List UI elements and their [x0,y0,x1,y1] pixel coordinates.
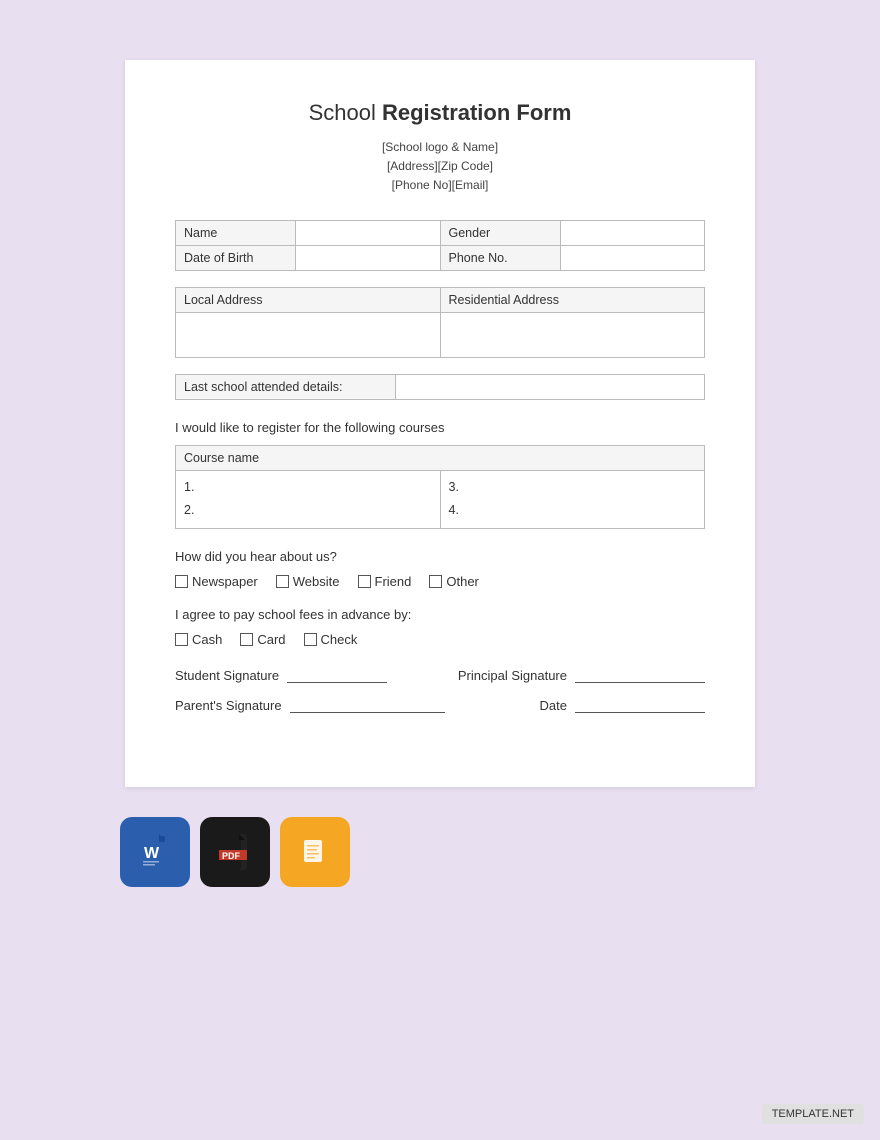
title-bold: Registration Form [382,100,571,125]
course-items-right[interactable]: 3.4. [440,470,705,529]
principal-sig-label: Principal Signature [458,668,567,683]
hear-about-label: How did you hear about us? [175,549,705,564]
course-1: 1.2. [184,476,432,524]
checkbox-card-label: Card [257,632,285,647]
parent-sig-group: Parent's Signature [175,697,445,713]
signatures-section: Student Signature Principal Signature Pa… [175,667,705,713]
contact-placeholder: [Phone No][Email] [175,176,705,195]
address-table: Local Address Residential Address [175,287,705,358]
page-container: School Registration Form [School logo & … [0,0,880,927]
checkbox-card[interactable]: Card [240,632,285,647]
pages-svg-icon [293,830,337,874]
word-svg-icon: W [133,830,177,874]
checkbox-newspaper[interactable]: Newspaper [175,574,258,589]
checkbox-cash[interactable]: Cash [175,632,222,647]
course-header: Course name [176,445,705,470]
checkbox-friend[interactable]: Friend [358,574,412,589]
address-placeholder: [Address][Zip Code] [175,157,705,176]
checkbox-other[interactable]: Other [429,574,479,589]
gender-value[interactable] [560,220,705,245]
checkbox-other-box[interactable] [429,575,442,588]
word-icon-button[interactable]: W [120,817,190,887]
residential-address-label: Residential Address [440,287,705,312]
svg-text:W: W [144,845,160,862]
principal-sig-line[interactable] [575,667,705,683]
local-address-label: Local Address [176,287,441,312]
pdf-svg-icon: PDF [213,830,257,874]
checkbox-check-box[interactable] [304,633,317,646]
name-label: Name [176,220,296,245]
residential-address-value[interactable] [440,312,705,357]
checkbox-other-label: Other [446,574,479,589]
dob-label: Date of Birth [176,245,296,270]
checkbox-friend-label: Friend [375,574,412,589]
phone-value[interactable] [560,245,705,270]
checkbox-check-label: Check [321,632,358,647]
checkbox-website-label: Website [293,574,340,589]
student-sig-line[interactable] [287,667,387,683]
dob-value[interactable] [296,245,441,270]
fees-options: Cash Card Check [175,632,705,647]
form-card: School Registration Form [School logo & … [125,60,755,787]
checkbox-website-box[interactable] [276,575,289,588]
checkbox-cash-label: Cash [192,632,222,647]
student-sig-group: Student Signature [175,667,387,683]
name-value[interactable] [296,220,441,245]
last-school-label: Last school attended details: [176,374,396,399]
checkbox-cash-box[interactable] [175,633,188,646]
phone-label: Phone No. [440,245,560,270]
personal-info-table: Name Gender Date of Birth Phone No. [175,220,705,271]
school-placeholder: [School logo & Name] [175,138,705,157]
last-school-table: Last school attended details: [175,374,705,400]
course-items-left[interactable]: 1.2. [176,470,441,529]
date-group: Date [540,697,705,713]
local-address-value[interactable] [176,312,441,357]
gender-label: Gender [440,220,560,245]
hear-about-options: Newspaper Website Friend Other [175,574,705,589]
course-3: 3.4. [449,476,697,524]
pages-icon-button[interactable] [280,817,350,887]
date-line[interactable] [575,697,705,713]
date-label: Date [540,698,567,713]
bottom-icons: W PDF [120,817,350,887]
sig-row-2: Parent's Signature Date [175,697,705,713]
checkbox-check[interactable]: Check [304,632,358,647]
parent-sig-line[interactable] [290,697,445,713]
pdf-icon-button[interactable]: PDF [200,817,270,887]
form-title: School Registration Form [175,100,705,126]
register-text: I would like to register for the followi… [175,420,705,435]
student-sig-label: Student Signature [175,668,279,683]
fees-label: I agree to pay school fees in advance by… [175,607,705,622]
sig-row-1: Student Signature Principal Signature [175,667,705,683]
last-school-value[interactable] [396,374,705,399]
svg-text:PDF: PDF [222,851,241,861]
checkbox-website[interactable]: Website [276,574,340,589]
title-normal: School [309,100,382,125]
checkbox-newspaper-box[interactable] [175,575,188,588]
courses-table: Course name 1.2. 3.4. [175,445,705,530]
template-badge: TEMPLATE.NET [762,1104,864,1124]
principal-sig-group: Principal Signature [458,667,705,683]
checkbox-friend-box[interactable] [358,575,371,588]
checkbox-card-box[interactable] [240,633,253,646]
checkbox-newspaper-label: Newspaper [192,574,258,589]
school-info: [School logo & Name] [Address][Zip Code]… [175,138,705,196]
parent-sig-label: Parent's Signature [175,698,282,713]
